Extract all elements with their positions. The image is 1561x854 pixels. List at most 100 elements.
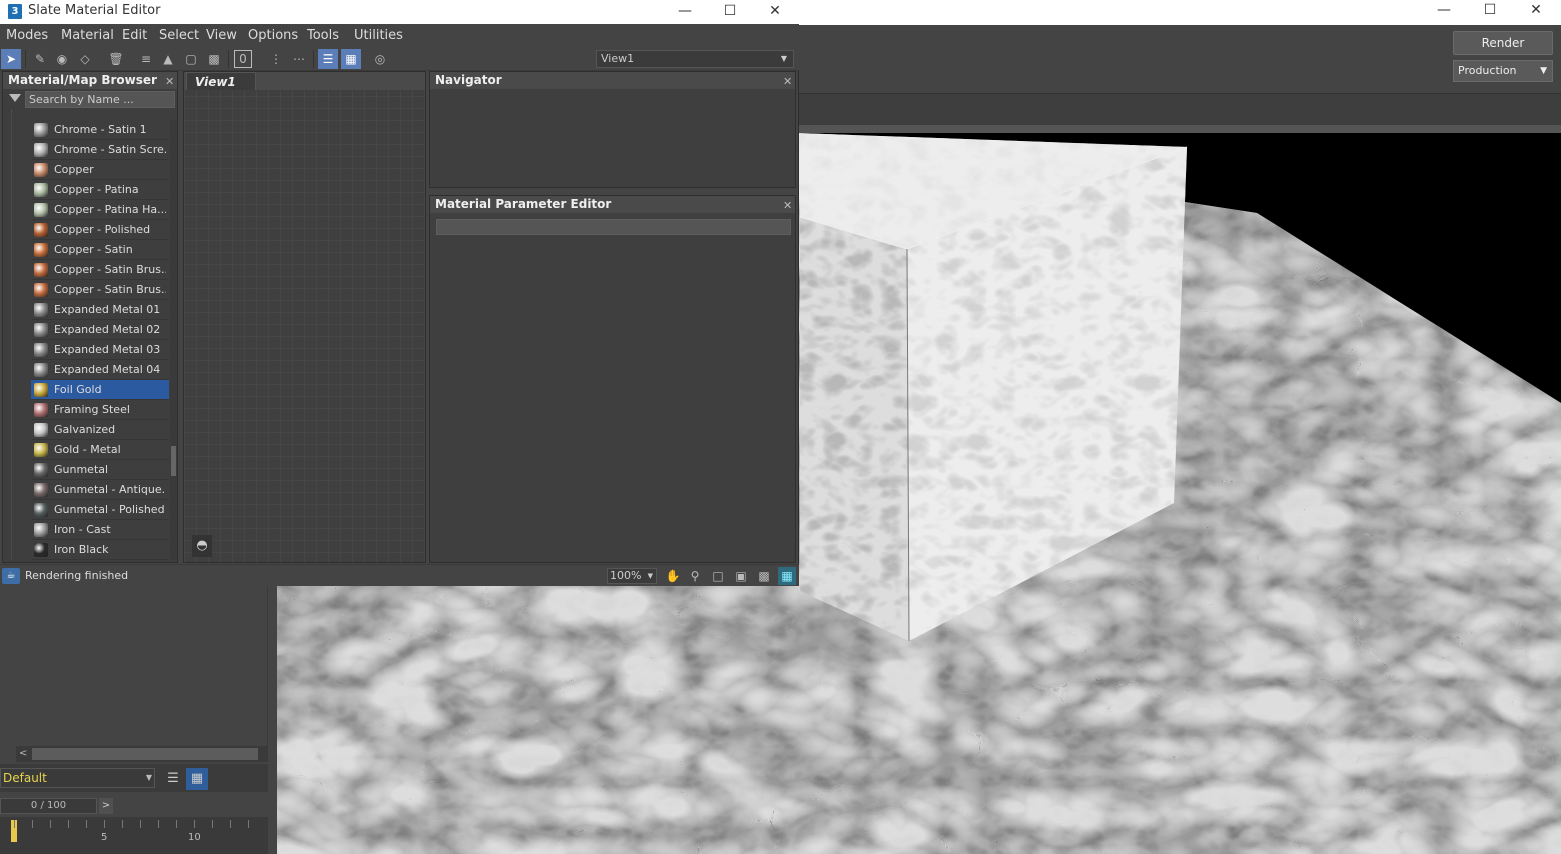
window-titlebar[interactable]: 3 Slate Material Editor — ☐ ✕ <box>0 0 799 24</box>
tab-view1[interactable]: View1 <box>186 72 256 90</box>
list-item[interactable]: Chrome - Satin 1 <box>31 120 169 140</box>
render-mode-dropdown[interactable]: Production ▼ <box>1453 60 1553 82</box>
view1-node-canvas[interactable]: View1 ◓ <box>183 71 426 563</box>
list-item[interactable]: Iron - Cast <box>31 520 169 540</box>
menu-tools[interactable]: Tools <box>307 28 339 43</box>
list-item[interactable]: Copper - Satin Brus... <box>31 280 169 300</box>
render-button[interactable]: Render <box>1453 31 1553 55</box>
list-item[interactable]: Framing Steel <box>31 400 169 420</box>
material-label: Copper - Patina Ha... <box>54 203 166 216</box>
list-item[interactable]: Galvanized <box>31 420 169 440</box>
timeline-tick <box>140 820 141 828</box>
maximize-icon[interactable]: ☐ <box>1467 0 1513 22</box>
timeline-tick <box>176 820 177 828</box>
next-frame-button[interactable]: > <box>99 798 113 814</box>
list-item[interactable]: Gunmetal - Antique... <box>31 480 169 500</box>
list-item[interactable]: Gunmetal <box>31 460 169 480</box>
material-label: Copper - Patina <box>54 183 139 196</box>
material-swatch-icon <box>34 363 48 377</box>
list-item[interactable]: Expanded Metal 04 <box>31 360 169 380</box>
scene-explorer-list[interactable] <box>16 586 268 746</box>
material-swatch-icon <box>34 163 48 177</box>
menu-view[interactable]: View <box>206 28 237 43</box>
layers-icon[interactable]: ☰ <box>162 768 184 790</box>
menu-select[interactable]: Select <box>159 28 199 43</box>
select-by-material-icon[interactable]: ◎ <box>370 49 390 69</box>
move-children-icon[interactable]: ≡ <box>136 49 156 69</box>
search-input[interactable] <box>25 91 175 108</box>
scrollbar-thumb[interactable] <box>32 748 258 760</box>
select-tool-icon[interactable]: ➤ <box>1 49 21 69</box>
layout-vertical-icon[interactable]: ⋮ <box>266 49 286 69</box>
menu-modes[interactable]: Modes <box>6 28 48 43</box>
menu-material[interactable]: Material <box>61 28 114 43</box>
list-item[interactable]: Copper - Satin <box>31 240 169 260</box>
delete-icon[interactable]: 🗑 <box>106 49 126 69</box>
zoom-dropdown[interactable]: 100% ▼ <box>607 568 657 584</box>
list-item[interactable]: Copper - Patina <box>31 180 169 200</box>
list-item[interactable]: Copper - Patina Ha... <box>31 200 169 220</box>
close-icon[interactable]: ✕ <box>783 73 792 90</box>
horizontal-scrollbar[interactable]: < <box>16 746 268 762</box>
timeline-label: 0 <box>11 832 18 843</box>
show-map-icon[interactable]: ▢ <box>181 49 201 69</box>
put-to-library-icon[interactable]: ◇ <box>75 49 95 69</box>
material-swatch-icon <box>34 543 48 557</box>
close-icon[interactable]: ✕ <box>1513 0 1559 22</box>
parameter-editor-toggle-icon[interactable]: ▦ <box>341 49 361 69</box>
browser-toggle-icon[interactable]: ☰ <box>318 49 338 69</box>
menu-edit[interactable]: Edit <box>122 28 147 43</box>
list-item[interactable]: Copper - Polished <box>31 220 169 240</box>
background-icon[interactable]: ▩ <box>204 49 224 69</box>
chevron-left-icon[interactable]: < <box>19 746 27 762</box>
timeline[interactable]: 0 5 10 <box>0 817 268 854</box>
pan-hand-icon[interactable]: ✋ <box>664 567 682 585</box>
close-icon[interactable]: ✕ <box>165 73 174 90</box>
list-item[interactable]: Expanded Metal 01 <box>31 300 169 320</box>
zoom-region-icon[interactable]: □ <box>709 567 727 585</box>
material-label: Galvanized <box>54 423 116 436</box>
menu-bar: Modes Material Edit Select View Options … <box>0 24 799 47</box>
list-item[interactable]: Foil Gold <box>31 380 169 400</box>
list-item[interactable]: Gold - Metal <box>31 440 169 460</box>
collapse-arrow-icon[interactable] <box>9 94 21 102</box>
close-icon[interactable]: ✕ <box>752 0 798 22</box>
list-item[interactable]: Expanded Metal 02 <box>31 320 169 340</box>
assign-material-icon[interactable]: ◉ <box>52 49 72 69</box>
list-item[interactable]: Chrome - Satin Scre... <box>31 140 169 160</box>
minimize-icon[interactable]: — <box>662 0 708 22</box>
material-swatch-icon <box>34 203 48 217</box>
pan-to-selected-icon[interactable]: ▦ <box>778 567 796 585</box>
vertical-scrollbar[interactable] <box>170 120 177 560</box>
list-item[interactable]: Gunmetal - Polished <box>31 500 169 520</box>
material-label: Copper - Polished <box>54 223 151 236</box>
scrollbar-thumb[interactable] <box>171 446 176 476</box>
parameter-name-field[interactable] <box>436 219 791 235</box>
layer-dropdown[interactable]: Default ▼ <box>0 768 155 788</box>
list-item[interactable]: Expanded Metal 03 <box>31 340 169 360</box>
menu-options[interactable]: Options <box>248 28 298 43</box>
hide-unused-icon[interactable]: ▲ <box>158 49 178 69</box>
zoom-extents-icon[interactable]: ▣ <box>732 567 750 585</box>
list-item[interactable]: Iron Black <box>31 540 169 560</box>
frame-counter[interactable]: 0 / 100 <box>0 798 97 814</box>
minimize-icon[interactable]: — <box>1421 0 1467 22</box>
material-label: Foil Gold <box>54 383 102 396</box>
material-label: Iron Black <box>54 543 109 556</box>
eyedropper-icon[interactable]: ✎ <box>30 49 50 69</box>
status-text: Rendering finished <box>25 569 129 582</box>
zoom-extents-selected-icon[interactable]: ▩ <box>755 567 773 585</box>
list-item[interactable]: Copper - Satin Brus... <box>31 260 169 280</box>
sample-slot-icon[interactable]: 0 <box>234 50 252 68</box>
material-swatch-icon <box>34 443 48 457</box>
binoculars-icon[interactable]: ◓ <box>192 535 212 557</box>
layer-explorer-icon[interactable]: ▦ <box>186 768 208 790</box>
close-icon[interactable]: ✕ <box>783 197 792 214</box>
zoom-icon[interactable]: ⚲ <box>686 567 704 585</box>
timeline-tick <box>68 820 69 828</box>
list-item[interactable]: Copper <box>31 160 169 180</box>
view-dropdown[interactable]: View1 ▼ <box>596 50 794 68</box>
menu-utilities[interactable]: Utilities <box>354 28 403 43</box>
maximize-icon[interactable]: ☐ <box>707 0 753 22</box>
layout-horizontal-icon[interactable]: ⋯ <box>289 49 309 69</box>
